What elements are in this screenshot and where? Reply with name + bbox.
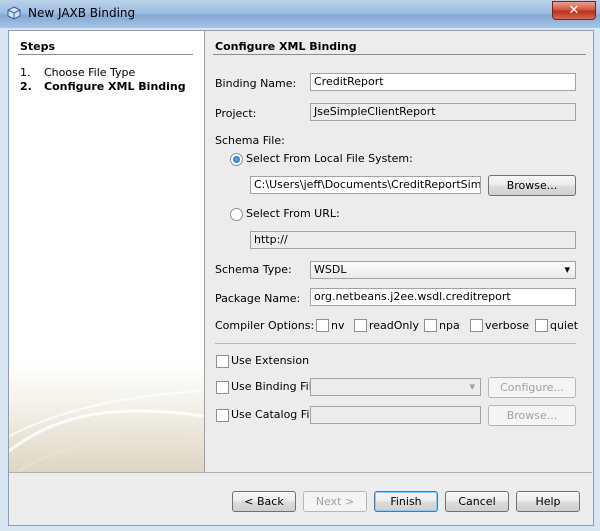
schema-type-select[interactable]: WSDL ▾	[310, 261, 576, 279]
url-field: http://	[250, 231, 576, 249]
project-label: Project:	[215, 107, 257, 120]
catalog-file-field	[310, 406, 481, 424]
decorative-swirl-icon	[9, 390, 204, 472]
use-catalog-file-label[interactable]: Use Catalog File	[231, 408, 319, 421]
binding-name-label: Binding Name:	[215, 77, 297, 90]
schema-type-label: Schema Type:	[215, 263, 292, 276]
verbose-label[interactable]: verbose	[485, 319, 529, 332]
chevron-down-icon: ▾	[469, 380, 475, 393]
cube-icon	[7, 6, 21, 20]
browse-catalog-button[interactable]: Browse...	[488, 405, 576, 426]
url-radio[interactable]	[230, 208, 243, 221]
steps-heading: Steps	[20, 40, 56, 53]
local-file-path-field[interactable]: C:\Users\jeff\Documents\CreditReportSimp…	[250, 176, 481, 194]
schema-type-value: WSDL	[314, 263, 347, 276]
chevron-down-icon: ▾	[564, 263, 570, 276]
quiet-checkbox[interactable]	[535, 319, 548, 332]
readonly-checkbox[interactable]	[354, 319, 367, 332]
project-field: JseSimpleClientReport	[310, 103, 576, 121]
back-button[interactable]: < Back	[232, 491, 296, 512]
steps-panel	[9, 31, 204, 472]
window-title: New JAXB Binding	[28, 6, 136, 20]
help-button[interactable]: Help	[516, 491, 580, 512]
window-title-bar[interactable]: New JAXB Binding ✕	[0, 0, 600, 29]
binding-file-select: ▾	[310, 378, 481, 396]
step-item-choose-file-type: Choose File Type	[44, 66, 136, 79]
close-button[interactable]: ✕	[552, 1, 596, 20]
url-radio-label[interactable]: Select From URL:	[246, 207, 340, 220]
readonly-label[interactable]: readOnly	[369, 319, 419, 332]
compiler-options-label: Compiler Options:	[215, 319, 315, 332]
local-file-radio[interactable]	[230, 153, 243, 166]
step-number: 1.	[20, 66, 31, 79]
npa-label[interactable]: npa	[439, 319, 460, 332]
nv-label[interactable]: nv	[331, 319, 344, 332]
configure-button[interactable]: Configure...	[488, 377, 576, 398]
package-name-field[interactable]: org.netbeans.j2ee.wsdl.creditreport	[310, 288, 576, 306]
step-number: 2.	[20, 80, 32, 93]
nv-checkbox[interactable]	[316, 319, 329, 332]
npa-checkbox[interactable]	[424, 319, 437, 332]
use-extension-checkbox[interactable]	[216, 355, 229, 368]
schema-file-label: Schema File:	[215, 134, 285, 147]
next-button[interactable]: Next >	[303, 491, 367, 512]
finish-button[interactable]: Finish	[374, 491, 438, 512]
steps-divider	[18, 54, 193, 55]
verbose-checkbox[interactable]	[470, 319, 483, 332]
use-catalog-file-checkbox[interactable]	[216, 409, 229, 422]
use-binding-file-checkbox[interactable]	[216, 381, 229, 394]
options-divider	[215, 343, 576, 344]
use-extension-label[interactable]: Use Extension	[231, 354, 309, 367]
binding-name-field[interactable]: CreditReport	[310, 73, 576, 91]
panel-divider	[204, 31, 205, 472]
footer-divider	[9, 472, 592, 473]
package-name-label: Package Name:	[215, 292, 301, 305]
browse-local-button[interactable]: Browse...	[488, 175, 576, 196]
page-title: Configure XML Binding	[215, 40, 357, 53]
close-icon: ✕	[568, 3, 580, 18]
cancel-button[interactable]: Cancel	[445, 491, 509, 512]
use-binding-file-label[interactable]: Use Binding File	[231, 380, 319, 393]
local-file-radio-label[interactable]: Select From Local File System:	[246, 152, 413, 165]
step-item-configure-xml-binding: Configure XML Binding	[44, 80, 186, 93]
quiet-label[interactable]: quiet	[550, 319, 578, 332]
title-divider	[213, 54, 586, 55]
